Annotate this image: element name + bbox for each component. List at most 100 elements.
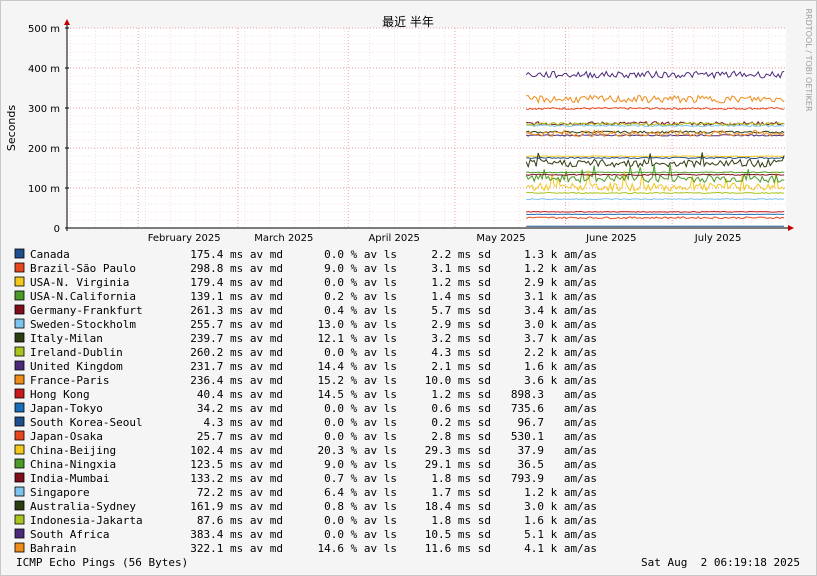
- legend-name: Japan-Osaka: [30, 430, 103, 443]
- x-tick-label: March 2025: [254, 233, 313, 244]
- legend-name: USA-N. Virginia: [30, 276, 129, 289]
- legend-name: France-Paris: [30, 374, 109, 387]
- legend-loss: 0.0 % av ls: [324, 402, 397, 415]
- legend-sd: 1.7 ms sd: [431, 486, 491, 499]
- legend-loss: 13.0 % av ls: [318, 318, 397, 331]
- legend-amas: 793.9 am/as: [511, 472, 597, 485]
- y-tick-label: 300 m: [28, 104, 60, 115]
- x-axis-arrow: [788, 225, 794, 231]
- legend-av-md: 298.8 ms av md: [190, 262, 283, 275]
- legend-sd: 0.2 ms sd: [431, 416, 491, 429]
- legend-loss: 0.0 % av ls: [324, 514, 397, 527]
- legend-loss: 20.3 % av ls: [318, 444, 397, 457]
- legend-name: Australia-Sydney: [30, 500, 136, 513]
- legend-av-md: 161.9 ms av md: [190, 500, 283, 513]
- legend-loss: 0.2 % av ls: [324, 290, 397, 303]
- legend-name: USA-N.California: [30, 290, 136, 303]
- legend-swatch: [14, 304, 25, 315]
- legend-av-md: 40.4 ms av md: [197, 388, 283, 401]
- legend-name: India-Mumbai: [30, 472, 109, 485]
- legend-swatch: [14, 528, 25, 539]
- legend-av-md: 25.7 ms av md: [197, 430, 283, 443]
- legend-swatch: [14, 514, 25, 525]
- legend-name: Japan-Tokyo: [30, 402, 103, 415]
- y-axis-arrow: [64, 19, 70, 25]
- x-tick-label: May 2025: [476, 233, 525, 244]
- legend-loss: 14.4 % av ls: [318, 360, 397, 373]
- legend-loss: 14.6 % av ls: [318, 542, 397, 555]
- legend-loss: 9.0 % av ls: [324, 262, 397, 275]
- y-tick-label: 200 m: [28, 144, 60, 155]
- legend-av-md: 87.6 ms av md: [197, 514, 283, 527]
- legend-swatch: [14, 360, 25, 371]
- legend-amas: 735.6 am/as: [511, 402, 597, 415]
- legend-swatch: [14, 402, 25, 413]
- x-tick-labels: February 2025 March 2025 April 2025 May 202…: [148, 233, 742, 244]
- legend-loss: 14.5 % av ls: [318, 388, 397, 401]
- legend-av-md: 236.4 ms av md: [190, 374, 283, 387]
- legend-av-md: 261.3 ms av md: [190, 304, 283, 317]
- legend-amas: 3.0 k am/as: [524, 318, 597, 331]
- legend-swatch: [14, 542, 25, 553]
- legend-av-md: 139.1 ms av md: [190, 290, 283, 303]
- series-line: [526, 155, 785, 158]
- legend-swatch: [14, 444, 25, 455]
- legend-amas: 3.0 k am/as: [524, 500, 597, 513]
- y-tick-label: 500 m: [28, 24, 60, 35]
- legend-swatch: [14, 332, 25, 343]
- legend-sd: 1.2 ms sd: [431, 276, 491, 289]
- legend-name: Italy-Milan: [30, 332, 103, 345]
- legend-sd: 2.1 ms sd: [431, 360, 491, 373]
- legend-loss: 6.4 % av ls: [324, 486, 397, 499]
- legend-name: Germany-Frankfurt: [30, 304, 143, 317]
- x-tick-label: February 2025: [148, 233, 221, 244]
- legend-sd: 2.9 ms sd: [431, 318, 491, 331]
- legend: Canada 175.4 ms av md 0.0 % av ls 2.2 ms sd…: [14, 248, 597, 555]
- legend-av-md: 175.4 ms av md: [190, 248, 283, 261]
- legend-loss: 0.0 % av ls: [324, 248, 397, 261]
- y-tick-label: 400 m: [28, 64, 60, 75]
- legend-sd: 2.2 ms sd: [431, 248, 491, 261]
- legend-amas: 5.1 k am/as: [524, 528, 597, 541]
- legend-amas: 1.6 k am/as: [524, 360, 597, 373]
- legend-sd: 11.6 ms sd: [425, 542, 491, 555]
- legend-av-md: 34.2 ms av md: [197, 402, 283, 415]
- legend-av-md: 72.2 ms av md: [197, 486, 283, 499]
- legend-av-md: 239.7 ms av md: [190, 332, 283, 345]
- legend-sd: 1.2 ms sd: [431, 388, 491, 401]
- legend-name: China-Ningxia: [30, 458, 116, 471]
- legend-loss: 0.0 % av ls: [324, 430, 397, 443]
- plot-area: [67, 28, 786, 228]
- legend-sd: 3.2 ms sd: [431, 332, 491, 345]
- legend-amas: 3.6 k am/as: [524, 374, 597, 387]
- rrdtool-credit: RRDTOOL / TOBI OETIKER: [804, 8, 813, 111]
- legend-sd: 29.1 ms sd: [425, 458, 491, 471]
- legend-amas: 1.2 k am/as: [524, 486, 597, 499]
- legend-amas: 530.1 am/as: [511, 430, 597, 443]
- legend-amas: 2.9 k am/as: [524, 276, 597, 289]
- legend-loss: 0.7 % av ls: [324, 472, 397, 485]
- legend-sd: 18.4 ms sd: [425, 500, 491, 513]
- legend-sd: 3.1 ms sd: [431, 262, 491, 275]
- legend-amas: 37.9 am/as: [518, 444, 597, 457]
- legend-swatch: [14, 248, 25, 259]
- legend-av-md: 260.2 ms av md: [190, 346, 283, 359]
- legend-name: United Kingdom: [30, 360, 123, 373]
- legend-swatch: [14, 318, 25, 329]
- legend-name: Hong Kong: [30, 388, 90, 401]
- legend-av-md: 102.4 ms av md: [190, 444, 283, 457]
- legend-amas: 4.1 k am/as: [524, 542, 597, 555]
- legend-av-md: 383.4 ms av md: [190, 528, 283, 541]
- legend-loss: 15.2 % av ls: [318, 374, 397, 387]
- y-tick-labels: 0 100 m 200 m 300 m 400 m 500 m: [28, 24, 60, 235]
- legend-loss: 0.0 % av ls: [324, 416, 397, 429]
- series-line: [526, 210, 785, 213]
- legend-av-md: 322.1 ms av md: [190, 542, 283, 555]
- legend-loss: 0.0 % av ls: [324, 346, 397, 359]
- legend-av-md: 255.7 ms av md: [190, 318, 283, 331]
- legend-name: Sweden-Stockholm: [30, 318, 136, 331]
- legend-swatch: [14, 458, 25, 469]
- footer-description: ICMP Echo Pings (56 Bytes): [16, 556, 188, 569]
- legend-swatch: [14, 472, 25, 483]
- legend-swatch: [14, 500, 25, 511]
